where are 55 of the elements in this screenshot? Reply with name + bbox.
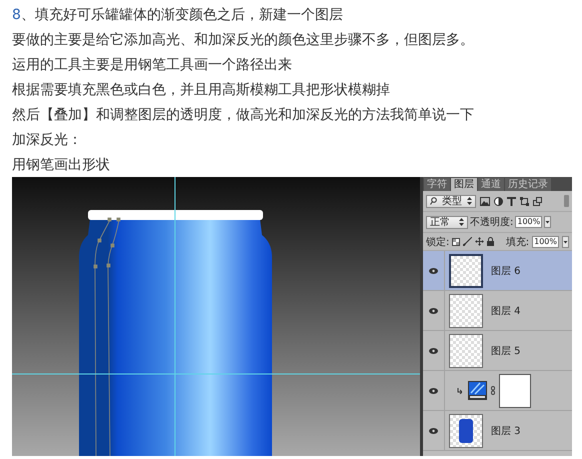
layer-row[interactable]: 图层 6 bbox=[423, 251, 572, 291]
up-down-caret-icon bbox=[467, 197, 472, 205]
type-filter-icon[interactable] bbox=[507, 196, 516, 206]
fill-field[interactable]: 100% bbox=[532, 236, 559, 248]
shape-filter-icon[interactable] bbox=[520, 196, 529, 206]
lock-icon[interactable] bbox=[487, 237, 494, 246]
paragraph: 要做的主要是给它添加高光、和加深反光的颜色这里步骤不多，但图层多。 bbox=[12, 31, 474, 50]
caret-down-icon[interactable] bbox=[562, 236, 569, 248]
panel-tab[interactable]: 通道 bbox=[478, 178, 504, 191]
brush-icon[interactable] bbox=[463, 237, 472, 246]
move-icon[interactable] bbox=[475, 237, 484, 246]
eye-icon[interactable] bbox=[429, 308, 438, 314]
chain-link-icon[interactable] bbox=[491, 386, 495, 395]
panel-tab[interactable]: 历史记录 bbox=[505, 178, 551, 191]
search-icon bbox=[430, 197, 437, 205]
monitor-icon[interactable] bbox=[468, 381, 487, 400]
eye-icon[interactable] bbox=[429, 428, 438, 434]
lock-label: 锁定: bbox=[426, 236, 450, 248]
step-heading: 8、填充好可乐罐罐体的渐变颜色之后，新建一个图层 bbox=[12, 6, 343, 25]
layer-thumbnail bbox=[449, 334, 483, 368]
eye-icon[interactable] bbox=[429, 268, 438, 274]
opacity-field[interactable]: 100% bbox=[515, 216, 542, 228]
checker-lock-icon[interactable] bbox=[452, 238, 460, 246]
panel-tab[interactable]: 字符 bbox=[424, 178, 450, 191]
image-filter-icon[interactable] bbox=[480, 196, 490, 206]
paragraph: 运用的工具主要是用钢笔工具画一个路径出来 bbox=[12, 56, 292, 75]
smart-object-icon[interactable] bbox=[533, 196, 542, 206]
layer-mask-thumbnail[interactable] bbox=[499, 374, 531, 408]
layer-name: 图层 5 bbox=[491, 344, 521, 358]
layer-row[interactable]: 图层 4 bbox=[423, 291, 572, 331]
layer-row[interactable] bbox=[423, 371, 572, 411]
up-down-caret-icon bbox=[459, 218, 464, 226]
paragraph: 用钢笔画出形状 bbox=[12, 156, 110, 175]
layer-thumbnail bbox=[449, 414, 483, 448]
opacity-label: 不透明度: bbox=[470, 216, 514, 229]
paragraph: 根据需要填充黑色或白色，并且用高斯模糊工具把形状模糊掉 bbox=[12, 81, 390, 100]
layer-thumbnail bbox=[449, 254, 483, 288]
filter-dropdown[interactable]: 类型 bbox=[426, 194, 476, 208]
eye-icon[interactable] bbox=[429, 348, 438, 354]
layer-name: 图层 3 bbox=[491, 424, 521, 438]
half-circle-icon[interactable] bbox=[494, 196, 503, 206]
panel-tab[interactable]: 图层 bbox=[451, 178, 477, 191]
blend-mode-dropdown[interactable]: 正常 bbox=[426, 216, 468, 228]
layer-name: 图层 6 bbox=[491, 264, 521, 278]
fill-label: 填充: bbox=[506, 236, 530, 248]
layer-row[interactable]: 图层 3 bbox=[423, 411, 572, 451]
layer-row[interactable]: 图层 5 bbox=[423, 331, 572, 371]
clip-arrow-icon bbox=[457, 388, 462, 394]
filter-toggle-icon[interactable] bbox=[564, 195, 569, 207]
caret-down-icon[interactable] bbox=[544, 216, 552, 228]
paragraph: 然后【叠加】和调整图层的透明度，做高光和加深反光的方法我简单说一下 bbox=[12, 106, 474, 125]
paragraph: 加深反光： bbox=[12, 131, 82, 150]
layer-name: 图层 4 bbox=[491, 304, 521, 318]
eye-icon[interactable] bbox=[429, 388, 438, 394]
layer-thumbnail bbox=[449, 294, 483, 328]
